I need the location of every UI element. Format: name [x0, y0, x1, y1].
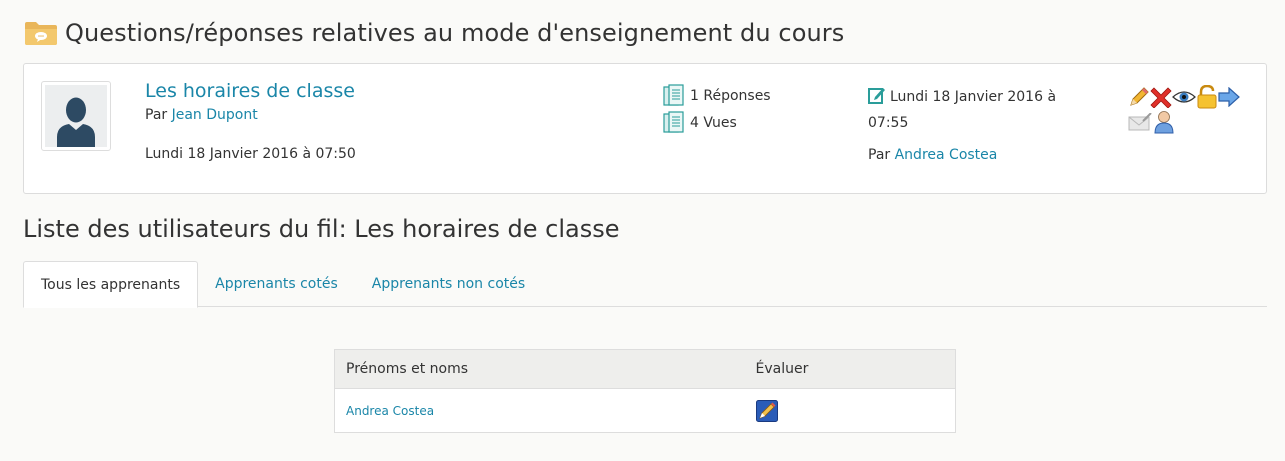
email-icon[interactable]: [1128, 110, 1152, 134]
last-post-date: Lundi 18 Janvier 2016 à: [890, 89, 1057, 105]
learner-tabs: Tous les apprenants Apprenants cotés App…: [23, 261, 1267, 308]
last-post-author-link[interactable]: Andrea Costea: [895, 147, 998, 163]
thread-actions: [1128, 84, 1240, 134]
tab-graded-learners[interactable]: Apprenants cotés: [198, 261, 355, 307]
table-header-row: Prénoms et noms Évaluer: [334, 349, 956, 389]
tab-ungraded-learners[interactable]: Apprenants non cotés: [355, 261, 542, 307]
document-icon: [663, 111, 684, 133]
user-name-link[interactable]: Andrea Costea: [346, 404, 434, 418]
page-title: Questions/réponses relatives au mode d'e…: [65, 19, 845, 47]
avatar: [41, 81, 111, 151]
grade-icon[interactable]: [755, 399, 778, 422]
move-icon[interactable]: [1218, 85, 1240, 109]
thread-title-link[interactable]: Les horaires de classe: [145, 80, 355, 102]
author-prefix: Par: [145, 107, 168, 123]
user-icon[interactable]: [1152, 110, 1176, 134]
users-table: Prénoms et noms Évaluer Andrea Costea: [334, 349, 956, 433]
thread-card: Les horaires de classe Par Jean Dupont L…: [23, 63, 1267, 194]
header-name: Prénoms et noms: [334, 349, 745, 389]
section-title: Liste des utilisateurs du fil: Les horai…: [23, 215, 620, 243]
views-count: 4 Vues: [663, 111, 737, 135]
evaluate-cell: [744, 388, 956, 433]
views-label: 4 Vues: [690, 115, 737, 131]
visibility-icon[interactable]: [1172, 85, 1196, 109]
replies-label: 1 Réponses: [690, 88, 771, 104]
last-post-by: Par Andrea Costea: [868, 142, 1083, 168]
user-silhouette-icon: [57, 97, 95, 147]
header-evaluate: Évaluer: [744, 349, 956, 389]
tab-all-learners[interactable]: Tous les apprenants: [23, 261, 199, 308]
user-name-cell: Andrea Costea: [334, 388, 745, 433]
thread-date: Lundi 18 Janvier 2016 à 07:50: [145, 146, 356, 162]
document-icon: [663, 84, 684, 106]
edit-icon[interactable]: [1128, 85, 1150, 109]
last-post-time: 07:55: [868, 115, 909, 131]
folder-icon: [25, 22, 57, 45]
last-post-by-prefix: Par: [868, 147, 891, 163]
last-post-info: Lundi 18 Janvier 2016 à 07:55 Par Andrea…: [868, 84, 1083, 168]
lock-icon[interactable]: [1196, 84, 1218, 109]
page-heading: Questions/réponses relatives au mode d'e…: [24, 16, 844, 50]
author-link[interactable]: Jean Dupont: [172, 107, 258, 123]
table-row: Andrea Costea: [334, 388, 956, 433]
thread-author: Par Jean Dupont: [145, 107, 258, 123]
delete-icon[interactable]: [1150, 85, 1172, 109]
edit-note-icon: [868, 88, 885, 104]
replies-count: 1 Réponses: [663, 84, 771, 108]
